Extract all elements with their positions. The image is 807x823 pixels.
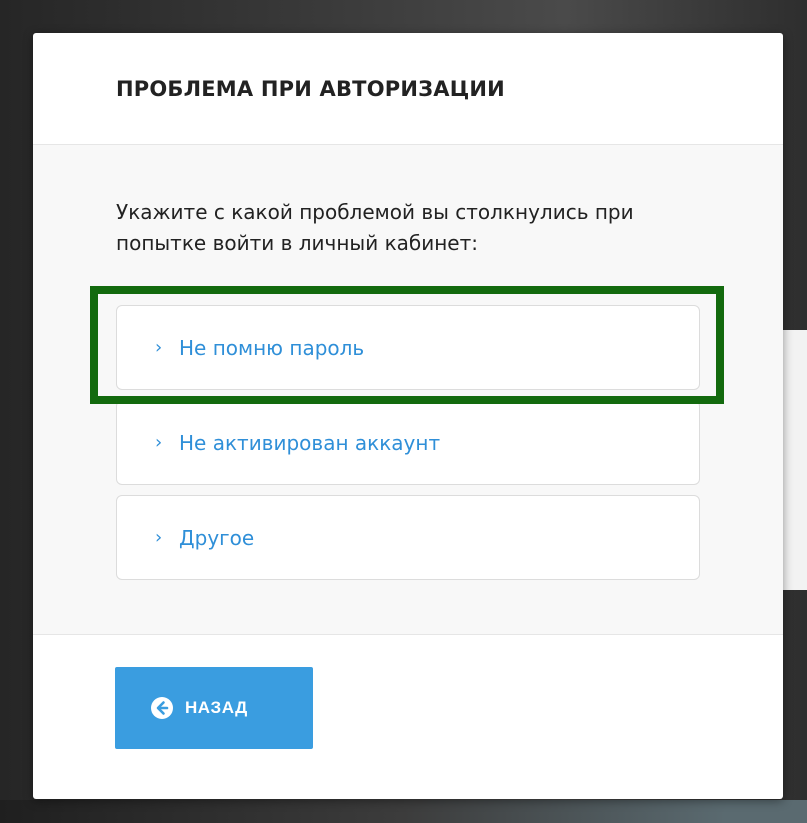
modal-footer: НАЗАД (33, 635, 783, 799)
problem-options: › Не помню пароль › Не активирован аккау… (116, 305, 700, 590)
arrow-left-circle-icon (151, 697, 173, 719)
background-strip (0, 800, 807, 823)
option-label: Не помню пароль (179, 335, 365, 360)
chevron-right-icon: › (155, 337, 163, 358)
option-account-not-activated[interactable]: › Не активирован аккаунт (116, 400, 700, 485)
back-button-label: НАЗАД (185, 698, 248, 717)
option-forgot-password[interactable]: › Не помню пароль (116, 305, 700, 390)
modal-title: ПРОБЛЕМА ПРИ АВТОРИЗАЦИИ (116, 76, 505, 101)
chevron-right-icon: › (155, 432, 163, 453)
option-other[interactable]: › Другое (116, 495, 700, 580)
modal-body: Укажите с какой проблемой вы столкнулись… (33, 145, 783, 635)
modal-prompt: Укажите с какой проблемой вы столкнулись… (116, 200, 634, 255)
option-label: Не активирован аккаунт (179, 430, 441, 455)
auth-problem-modal: ПРОБЛЕМА ПРИ АВТОРИЗАЦИИ Укажите с какой… (33, 33, 783, 799)
back-button[interactable]: НАЗАД (115, 667, 313, 749)
modal-header: ПРОБЛЕМА ПРИ АВТОРИЗАЦИИ (33, 33, 783, 145)
option-label: Другое (179, 525, 255, 550)
chevron-right-icon: › (155, 527, 163, 548)
